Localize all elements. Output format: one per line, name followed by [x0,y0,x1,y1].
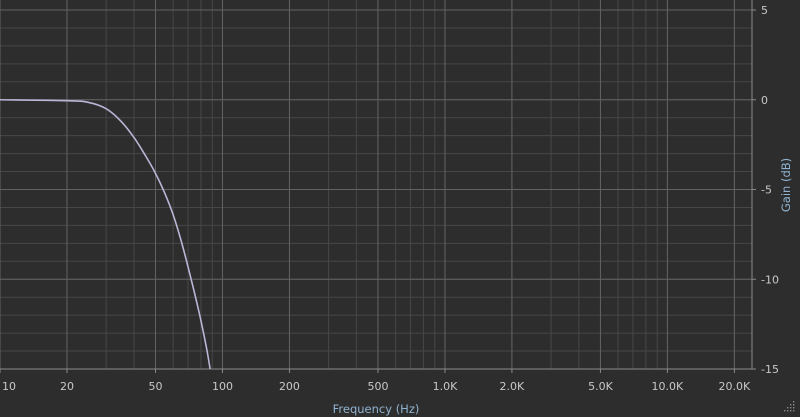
x-tick-label: 1.0K [433,380,458,393]
x-tick-label: 200 [279,380,300,393]
y-tick-label: -15 [761,363,779,376]
resize-grip-dot [784,410,786,412]
resize-grip-dot [793,401,795,403]
y-axis-title: Gain (dB) [779,158,793,212]
resize-grip-dot [790,407,792,409]
resize-grip-dot [790,404,792,406]
x-tick-label: 20.0K [719,380,751,393]
x-tick-label: 500 [367,380,388,393]
x-axis-title: Frequency (Hz) [333,402,420,416]
y-tick-label: -10 [761,273,779,286]
x-tick-label: 10.0K [652,380,684,393]
plot-background [0,0,800,417]
resize-grip-dot [793,410,795,412]
resize-grip-dot [787,410,789,412]
x-tick-label: 10 [2,380,16,393]
y-tick-label: 0 [761,94,768,107]
resize-grip-dot [793,407,795,409]
x-tick-label: 2.0K [500,380,525,393]
y-tick-label: 5 [761,4,768,17]
y-tick-label: -5 [761,184,772,197]
resize-grip-dot [790,410,792,412]
x-tick-label: 20 [60,380,74,393]
resize-grip-dot [787,407,789,409]
frequency-response-chart: 10 20 50 100 200 500 1.0K 2.0K 5.0K 10.0K 20.0K 50… [0,0,800,417]
x-tick-label: 100 [212,380,233,393]
x-tick-label: 50 [149,380,163,393]
x-tick-label: 5.0K [588,380,613,393]
resize-grip-dot [793,404,795,406]
